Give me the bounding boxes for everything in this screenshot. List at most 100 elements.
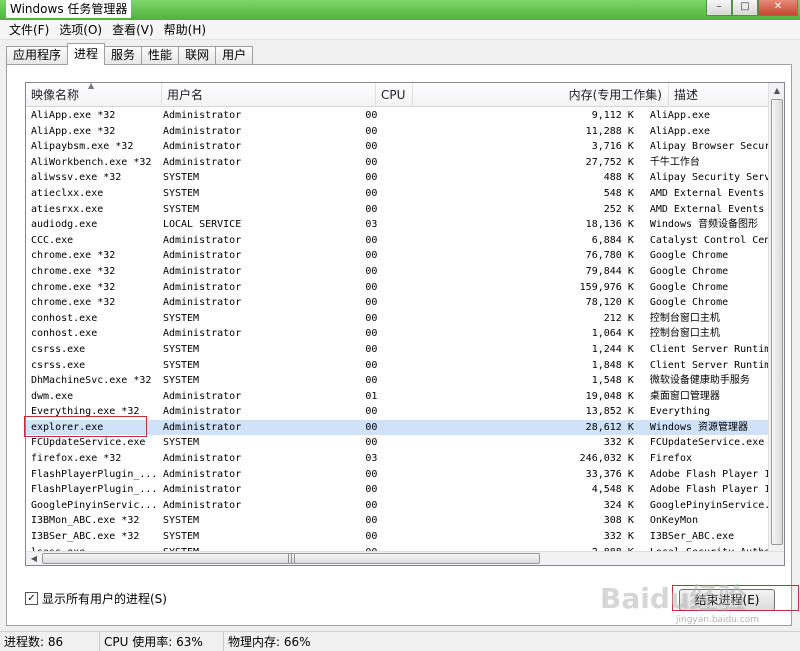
table-row[interactable]: FlashPlayerPlugin_... Administrator 00 33,3… <box>26 467 771 483</box>
table-row[interactable]: DhMachineSvc.exe *32 SYSTEM 00 1,548 K 微软设备健… <box>26 373 771 389</box>
maximize-button[interactable]: □ <box>732 0 758 16</box>
process-user: SYSTEM <box>162 437 200 449</box>
tab-applications[interactable]: 应用程序 <box>6 46 69 65</box>
table-row[interactable]: AliApp.exe *32 Administrator 00 11,288 K Ali… <box>26 124 771 140</box>
table-row[interactable]: csrss.exe SYSTEM 00 1,244 K Client Server Ru… <box>26 342 771 358</box>
process-user: SYSTEM <box>162 203 200 215</box>
process-description: GooglePinyinService.e <box>649 499 771 511</box>
process-memory: 324 K <box>603 499 634 511</box>
show-all-users-option[interactable]: ✓ 显示所有用户的进程(S) <box>25 590 167 607</box>
horizontal-scroll-thumb[interactable]: ||| <box>42 553 540 564</box>
process-name: Alipaybsm.exe *32 <box>31 141 134 153</box>
table-row[interactable]: conhost.exe Administrator 00 1,064 K 控制台窗口主机 <box>26 326 771 342</box>
tab-performance[interactable]: 性能 <box>141 46 180 65</box>
scroll-left-icon[interactable]: ◀ <box>26 551 42 565</box>
process-user: SYSTEM <box>162 515 200 527</box>
tab-services[interactable]: 服务 <box>104 46 143 65</box>
title-bar[interactable]: Windows 任务管理器 – □ ✕ <box>0 0 800 20</box>
process-description: Client Server Runtime <box>649 343 771 355</box>
table-row[interactable]: audiodg.exe LOCAL SERVICE 03 18,136 K Window… <box>26 217 771 233</box>
table-row[interactable]: atieclxx.exe SYSTEM 00 548 K AMD External Ev… <box>26 186 771 202</box>
table-row[interactable]: AliApp.exe *32 Administrator 00 9,112 K AliA… <box>26 108 771 124</box>
process-user: Administrator <box>162 234 242 246</box>
end-process-button[interactable]: 结束进程(E) <box>679 589 775 611</box>
process-user: LOCAL SERVICE <box>162 219 242 231</box>
column-cpu[interactable]: CPU <box>376 83 413 107</box>
process-memory: 33,376 K <box>585 468 634 480</box>
process-cpu: 00 <box>365 250 378 262</box>
menu-view[interactable]: 查看(V) <box>107 20 159 39</box>
sort-up-icon: ▲ <box>88 83 95 90</box>
table-row[interactable]: I3BMon_ABC.exe *32 SYSTEM 00 308 K OnKeyMon <box>26 513 771 529</box>
process-name: audiodg.exe <box>31 219 98 231</box>
table-row[interactable]: Everything.exe *32 Administrator 00 13,852 … <box>26 404 771 420</box>
table-row[interactable]: I3BSer_ABC.exe *32 SYSTEM 00 332 K I3BSer_AB… <box>26 529 771 545</box>
process-description: Alipay Security Serve <box>649 172 771 184</box>
minimize-button[interactable]: – <box>706 0 732 16</box>
horizontal-scrollbar[interactable]: ◀ ||| <box>26 551 784 565</box>
table-row[interactable]: Alipaybsm.exe *32 Administrator 00 3,716 K A… <box>26 139 771 155</box>
process-description: Catalyst Control Cent <box>649 234 771 246</box>
process-user: SYSTEM <box>162 343 200 355</box>
process-memory: 28,612 K <box>585 421 634 433</box>
tab-users[interactable]: 用户 <box>215 46 254 65</box>
table-row[interactable]: atiesrxx.exe SYSTEM 00 252 K AMD External Ev… <box>26 202 771 218</box>
process-description: 微软设备健康助手服务 <box>649 375 750 387</box>
process-description: Google Chrome <box>649 265 729 277</box>
table-row[interactable]: chrome.exe *32 Administrator 00 76,780 K Goo… <box>26 248 771 264</box>
process-name: aliwssv.exe *32 <box>31 172 122 184</box>
process-memory: 79,844 K <box>585 265 634 277</box>
process-cpu: 00 <box>365 187 378 199</box>
process-cpu: 00 <box>365 437 378 449</box>
processes-panel: ▲ 映像名称 用户名 CPU 内存(专用工作集) 描述 AliApp.exe *… <box>6 64 792 626</box>
column-user-name[interactable]: 用户名 <box>162 83 376 107</box>
process-cpu: 00 <box>365 203 378 215</box>
process-memory: 332 K <box>603 531 634 543</box>
process-list[interactable]: ▲ 映像名称 用户名 CPU 内存(专用工作集) 描述 AliApp.exe *… <box>25 82 785 566</box>
table-row[interactable]: GooglePinyinServic... Administrator 00 324 … <box>26 498 771 514</box>
table-row[interactable]: chrome.exe *32 Administrator 00 159,976 K Go… <box>26 280 771 296</box>
table-row[interactable]: CCC.exe Administrator 00 6,884 K Catalyst Co… <box>26 233 771 249</box>
process-description: OnKeyMon <box>649 515 699 527</box>
menu-bar: 文件(F) 选项(O) 查看(V) 帮助(H) <box>0 20 800 40</box>
tab-processes[interactable]: 进程 <box>67 43 106 65</box>
process-cpu: 00 <box>365 281 378 293</box>
table-row[interactable]: dwm.exe Administrator 01 19,048 K 桌面窗口管理器 <box>26 389 771 405</box>
close-button[interactable]: ✕ <box>758 0 798 16</box>
process-cpu: 00 <box>365 110 378 121</box>
process-user: SYSTEM <box>162 172 200 184</box>
table-row[interactable]: conhost.exe SYSTEM 00 212 K 控制台窗口主机 <box>26 311 771 327</box>
process-memory: 1,548 K <box>591 375 634 387</box>
menu-file[interactable]: 文件(F) <box>4 20 54 39</box>
show-all-users-checkbox[interactable]: ✓ <box>25 592 38 605</box>
column-memory[interactable]: 内存(专用工作集) <box>413 83 669 107</box>
process-memory: 18,136 K <box>585 219 634 231</box>
table-row[interactable]: FCUpdateService.exe SYSTEM 00 332 K FCUpdate… <box>26 435 771 451</box>
vertical-scroll-thumb[interactable] <box>771 99 783 545</box>
scroll-up-icon[interactable]: ▲ <box>769 83 784 98</box>
menu-options[interactable]: 选项(O) <box>54 20 107 39</box>
process-cpu: 00 <box>365 468 378 480</box>
process-memory: 252 K <box>603 203 634 215</box>
tab-networking[interactable]: 联网 <box>178 46 217 65</box>
process-name: AliApp.exe *32 <box>31 125 116 137</box>
column-image-name[interactable]: ▲ 映像名称 <box>26 83 162 107</box>
table-row[interactable]: chrome.exe *32 Administrator 00 78,120 K Goo… <box>26 295 771 311</box>
process-name: chrome.exe *32 <box>31 250 116 262</box>
table-row[interactable]: FlashPlayerPlugin_... Administrator 00 4,54… <box>26 482 771 498</box>
vertical-scrollbar[interactable]: ▲ <box>768 83 784 553</box>
menu-help[interactable]: 帮助(H) <box>159 20 211 39</box>
table-row[interactable]: explorer.exe Administrator 00 28,612 K Windo… <box>26 419 771 436</box>
process-name: FCUpdateService.exe <box>31 437 146 449</box>
process-memory: 4,548 K <box>591 484 634 496</box>
table-row[interactable]: chrome.exe *32 Administrator 00 79,844 K Goo… <box>26 264 771 280</box>
table-row[interactable]: firefox.exe *32 Administrator 03 246,032 K F… <box>26 451 771 467</box>
table-row[interactable]: AliWorkbench.exe *32 Administrator 00 27,75… <box>26 155 771 171</box>
process-user: SYSTEM <box>162 359 200 371</box>
process-memory: 308 K <box>603 515 634 527</box>
process-name: chrome.exe *32 <box>31 297 116 309</box>
table-row[interactable]: aliwssv.exe *32 SYSTEM 00 488 K Alipay Secur… <box>26 170 771 186</box>
process-memory: 1,064 K <box>591 328 634 340</box>
process-cpu: 00 <box>365 406 378 418</box>
table-row[interactable]: csrss.exe SYSTEM 00 1,848 K Client Server Ru… <box>26 358 771 374</box>
